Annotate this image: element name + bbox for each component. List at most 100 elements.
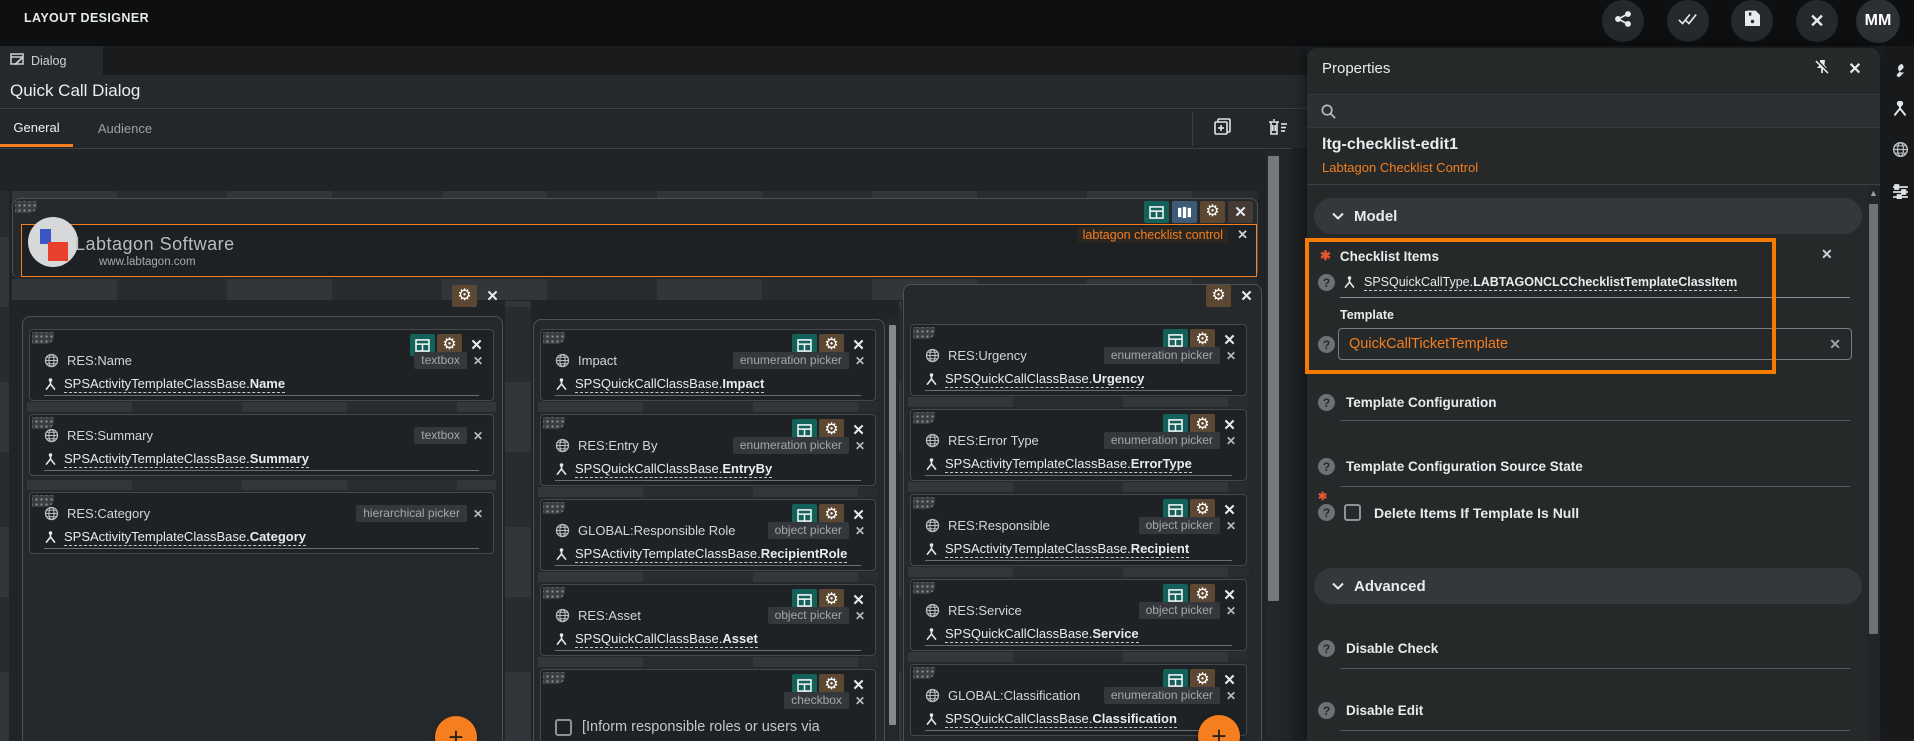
drag-handle[interactable]: [543, 587, 565, 599]
hierarchy-icon[interactable]: [1889, 98, 1911, 120]
canvas-control-res-responsible[interactable]: ⚙ ✕ RES:Responsible object picker✕ SPSAc…: [910, 494, 1247, 566]
drag-handle[interactable]: [543, 417, 565, 429]
remove-type-icon[interactable]: ✕: [855, 609, 865, 623]
remove-type-icon[interactable]: ✕: [855, 524, 865, 538]
disable-check-field[interactable]: ? Disable Check: [1318, 640, 1438, 657]
delete-items-checkbox[interactable]: [1344, 504, 1361, 521]
middle-column-scrollbar[interactable]: [887, 319, 898, 741]
remove-type-icon[interactable]: ✕: [473, 507, 483, 521]
canvas-control-res-service[interactable]: ⚙ ✕ RES:Service object picker✕ SPSQuickC…: [910, 579, 1247, 651]
remove-type-icon[interactable]: ✕: [855, 694, 865, 708]
drag-handle[interactable]: [543, 332, 565, 344]
close-window-button[interactable]: ✕: [1796, 0, 1838, 42]
section-advanced[interactable]: Advanced: [1314, 568, 1862, 604]
close-icon[interactable]: ✕: [1228, 201, 1253, 223]
column-section-middle[interactable]: ⚙ ✕ Impact enumeration picker✕ SPSQuickC…: [533, 319, 885, 741]
canvas-control-res-summary[interactable]: RES:Summary textbox✕ SPSActivityTemplate…: [29, 414, 494, 476]
globe-icon[interactable]: [1889, 138, 1911, 160]
help-icon[interactable]: ?: [1318, 394, 1335, 411]
control-binding[interactable]: SPSActivityTemplateClassBase.RecipientRo…: [575, 546, 847, 563]
gear-icon[interactable]: ⚙: [1200, 201, 1225, 223]
canvas-control-res-urgency[interactable]: ⚙ ✕ RES:Urgency enumeration picker✕ SPSQ…: [910, 324, 1247, 396]
gear-icon[interactable]: ⚙: [452, 285, 477, 307]
close-icon[interactable]: ✕: [1237, 227, 1248, 243]
template-configuration-source-state-field[interactable]: ? Template Configuration Source State: [1318, 458, 1583, 475]
sliders-icon[interactable]: [1889, 180, 1911, 202]
help-icon[interactable]: ?: [1318, 640, 1335, 657]
gear-icon[interactable]: ⚙: [1206, 285, 1231, 307]
dialog-tab[interactable]: Dialog: [0, 46, 103, 75]
control-binding[interactable]: SPSQuickCallClassBase.EntryBy: [575, 461, 772, 478]
control-binding[interactable]: SPSActivityTemplateClassBase.Name: [64, 376, 285, 393]
unpin-button[interactable]: [1810, 58, 1834, 80]
control-binding[interactable]: SPSQuickCallClassBase.Service: [945, 626, 1139, 643]
panel-scrollbar[interactable]: ▲: [1867, 186, 1880, 741]
remove-type-icon[interactable]: ✕: [1226, 434, 1236, 448]
close-panel-button[interactable]: ✕: [1843, 58, 1867, 80]
remove-type-icon[interactable]: ✕: [1226, 689, 1236, 703]
control-binding[interactable]: SPSActivityTemplateClassBase.Recipient: [945, 541, 1189, 558]
canvas-control-impact[interactable]: ⚙ ✕ Impact enumeration picker✕ SPSQuickC…: [540, 329, 876, 401]
design-canvas[interactable]: ⚙ ✕ Labtagon Software www.labtagon.com l…: [0, 148, 1292, 741]
remove-type-icon[interactable]: ✕: [473, 354, 483, 368]
delete-list-button[interactable]: [1266, 117, 1290, 141]
columns-icon[interactable]: [1172, 201, 1197, 223]
control-binding[interactable]: SPSQuickCallClassBase.Impact: [575, 376, 764, 393]
drag-handle[interactable]: [15, 201, 37, 213]
help-icon[interactable]: ?: [1318, 702, 1335, 719]
control-binding[interactable]: SPSQuickCallClassBase.Asset: [575, 631, 758, 648]
help-icon[interactable]: ?: [1318, 504, 1335, 521]
canvas-control-res-error-type[interactable]: ⚙ ✕ RES:Error Type enumeration picker✕ S…: [910, 409, 1247, 481]
property-search[interactable]: [1307, 94, 1880, 128]
inform-checkbox[interactable]: [555, 719, 572, 736]
checklist-items-binding[interactable]: ? SPSQuickCallType.LABTAGONCLCChecklistT…: [1318, 274, 1737, 291]
drag-handle[interactable]: [913, 412, 935, 424]
canvas-control-res-name[interactable]: ⚙ ✕ RES:Name textbox✕ SPSActivityTemplat…: [29, 329, 494, 401]
table-icon[interactable]: [1144, 201, 1169, 223]
section-model[interactable]: Model: [1314, 198, 1862, 234]
header-section[interactable]: ⚙ ✕ Labtagon Software www.labtagon.com l…: [12, 198, 1258, 279]
template-configuration-field[interactable]: ? Template Configuration: [1318, 394, 1497, 411]
remove-type-icon[interactable]: ✕: [1226, 349, 1236, 363]
help-icon[interactable]: ?: [1318, 274, 1335, 291]
drag-handle[interactable]: [913, 667, 935, 679]
canvas-control-res-asset[interactable]: ⚙ ✕ RES:Asset object picker✕ SPSQuickCal…: [540, 584, 876, 656]
drag-handle[interactable]: [543, 502, 565, 514]
control-binding[interactable]: SPSActivityTemplateClassBase.Summary: [64, 451, 309, 468]
canvas-control-global-classification[interactable]: ⚙ ✕ GLOBAL:Classification enumeration pi…: [910, 664, 1247, 736]
control-binding[interactable]: SPSQuickCallClassBase.Classification: [945, 711, 1177, 728]
remove-type-icon[interactable]: ✕: [855, 439, 865, 453]
help-icon[interactable]: ?: [1318, 336, 1335, 353]
validate-button[interactable]: [1667, 0, 1709, 42]
wrench-icon[interactable]: [1889, 60, 1911, 82]
tab-general[interactable]: General: [0, 110, 73, 147]
clear-input-icon[interactable]: ✕: [1829, 336, 1841, 353]
control-binding[interactable]: SPSActivityTemplateClassBase.ErrorType: [945, 456, 1192, 473]
template-input[interactable]: QuickCallTicketTemplate ✕: [1338, 328, 1852, 360]
canvas-control-checkbox[interactable]: ⚙ ✕ checkbox✕ [Inform responsible roles …: [540, 669, 876, 741]
remove-type-icon[interactable]: ✕: [473, 429, 483, 443]
user-avatar[interactable]: MM: [1856, 0, 1900, 43]
drag-handle[interactable]: [913, 327, 935, 339]
remove-type-icon[interactable]: ✕: [1226, 604, 1236, 618]
drag-handle[interactable]: [913, 497, 935, 509]
share-button[interactable]: [1602, 0, 1644, 42]
labtagon-header-control[interactable]: Labtagon Software www.labtagon.com labta…: [21, 224, 1257, 277]
close-icon[interactable]: ✕: [1234, 285, 1259, 307]
control-binding[interactable]: SPSActivityTemplateClassBase.Category: [64, 529, 306, 546]
help-icon[interactable]: ?: [1318, 458, 1335, 475]
control-binding[interactable]: SPSQuickCallClassBase.Urgency: [945, 371, 1144, 388]
drag-handle[interactable]: [913, 582, 935, 594]
disable-edit-field[interactable]: ? Disable Edit: [1318, 702, 1423, 719]
tab-audience[interactable]: Audience: [73, 110, 177, 147]
canvas-control-res-entry-by[interactable]: ⚙ ✕ RES:Entry By enumeration picker✕ SPS…: [540, 414, 876, 486]
close-icon[interactable]: ✕: [480, 285, 505, 307]
drag-handle[interactable]: [32, 332, 54, 344]
drag-handle[interactable]: [543, 672, 565, 684]
canvas-control-global-responsible-role[interactable]: ⚙ ✕ GLOBAL:Responsible Role object picke…: [540, 499, 876, 571]
clear-binding-icon[interactable]: ✕: [1821, 246, 1833, 263]
save-button[interactable]: [1731, 0, 1773, 42]
add-copy-button[interactable]: [1211, 117, 1235, 141]
scroll-up-arrow[interactable]: ▲: [1869, 188, 1878, 198]
column-section-right[interactable]: ⚙ ✕ RES:Urgency enumeration picker✕ SPSQ…: [903, 284, 1262, 741]
